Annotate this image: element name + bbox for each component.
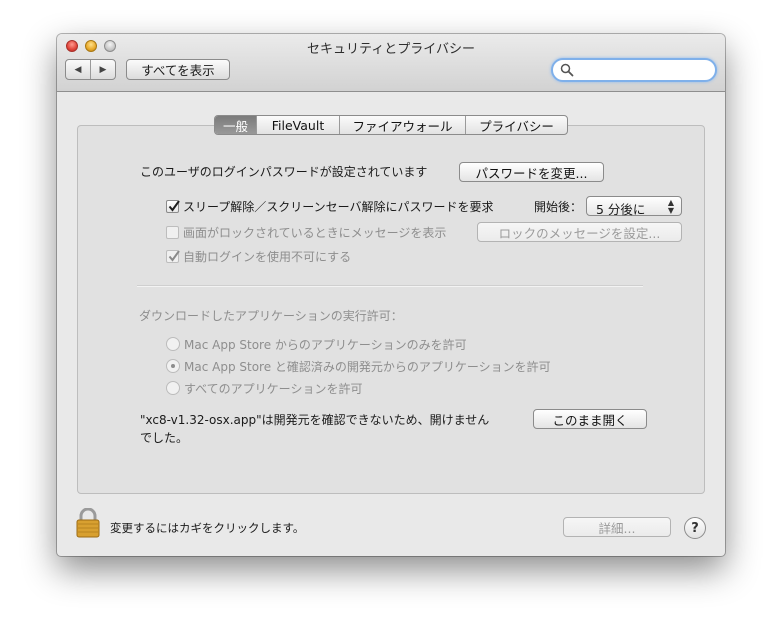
tab-filevault[interactable]: FileVault — [256, 116, 339, 134]
open-anyway-button[interactable]: このまま開く — [533, 409, 647, 429]
checkmark-icon — [168, 200, 180, 212]
change-password-button[interactable]: パスワードを変更... — [459, 162, 604, 182]
start-after-label: 開始後： — [534, 200, 583, 214]
lock-icon[interactable] — [75, 508, 101, 538]
search-input[interactable] — [573, 62, 711, 78]
set-lock-message-button[interactable]: ロックのメッセージを設定... — [477, 222, 682, 242]
radio-anywhere-label: すべてのアプリケーションを許可 — [184, 382, 363, 396]
window-title: セキュリティとプライバシー — [307, 42, 475, 57]
login-password-text: このユーザのログインパスワードが設定されています — [140, 165, 428, 179]
tab-firewall[interactable]: ファイアウォール — [339, 116, 465, 134]
advanced-button[interactable]: 詳細... — [563, 517, 671, 537]
radio-anywhere[interactable] — [166, 381, 180, 395]
radio-app-store-identified-label: Mac App Store と確認済みの開発元からのアプリケーションを許可 — [184, 360, 551, 374]
show-message-checkbox[interactable] — [166, 226, 179, 239]
tab-privacy[interactable]: プライバシー — [465, 116, 567, 134]
start-after-select[interactable]: 5 分後に ▲ ▼ — [586, 196, 682, 217]
blocked-app-message-line1: "xc8-v1.32-osx.app"は開発元を確認できないため、開けません — [140, 413, 490, 427]
show-message-label: 画面がロックされているときにメッセージを表示 — [183, 226, 447, 240]
search-icon — [560, 63, 574, 77]
forward-button[interactable]: ▶ — [90, 60, 115, 79]
disable-autologin-label: 自動ログインを使用不可にする — [183, 250, 352, 264]
downloads-heading: ダウンロードしたアプリケーションの実行許可： — [139, 309, 403, 323]
tab-general[interactable]: 一般 — [215, 116, 256, 134]
back-forward-control: ◀ ▶ — [65, 59, 116, 80]
up-down-arrows-icon: ▲ ▼ — [667, 198, 674, 215]
disable-autologin-checkbox[interactable] — [166, 250, 180, 263]
radio-app-store-only-label: Mac App Store からのアプリケーションのみを許可 — [184, 338, 467, 352]
lock-hint-text: 変更するにはカギをクリックします。 — [110, 521, 305, 535]
radio-app-store-identified[interactable] — [166, 359, 180, 373]
title-bar: セキュリティとプライバシー ◀ ▶ すべてを表示 — [57, 34, 725, 92]
require-password-label: スリープ解除／スクリーンセーバ解除にパスワードを要求 — [183, 200, 494, 214]
help-button[interactable]: ? — [684, 517, 706, 539]
require-password-checkbox[interactable] — [166, 200, 180, 213]
checkmark-icon — [168, 250, 180, 262]
search-field[interactable] — [551, 58, 717, 82]
section-divider — [137, 285, 643, 287]
show-all-button[interactable]: すべてを表示 — [126, 59, 230, 80]
start-after-value: 5 分後に — [596, 202, 646, 217]
radio-app-store-only[interactable] — [166, 337, 180, 351]
preferences-window: セキュリティとプライバシー ◀ ▶ すべてを表示 一般 FileVault ファ… — [57, 34, 725, 556]
blocked-app-message-line2: でした。 — [140, 431, 189, 445]
tab-bar: 一般 FileVault ファイアウォール プライバシー — [214, 115, 568, 135]
back-button[interactable]: ◀ — [66, 60, 90, 79]
